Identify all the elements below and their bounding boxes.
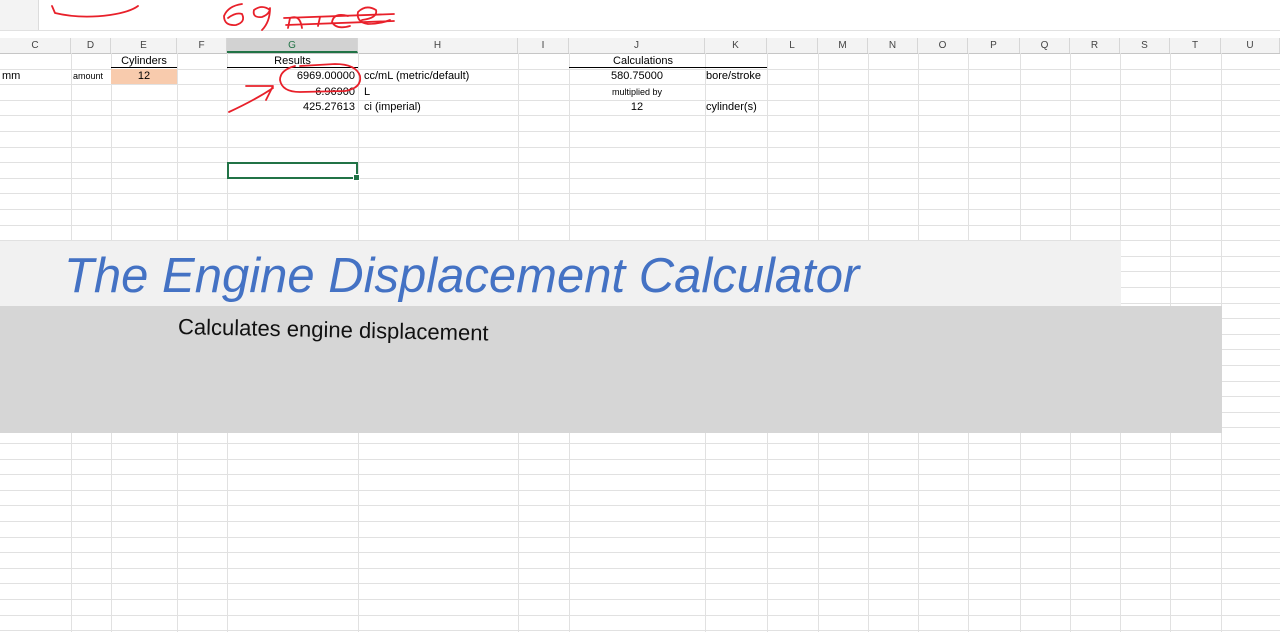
ink-circle [279, 63, 362, 93]
ink-digit-nine [252, 6, 271, 31]
ink-letter-n [287, 16, 303, 29]
ink-digit-six [223, 3, 245, 26]
ink-arrow-head [245, 85, 274, 101]
ink-annotation [51, 3, 395, 113]
ink-stroke-topleft [51, 5, 139, 18]
